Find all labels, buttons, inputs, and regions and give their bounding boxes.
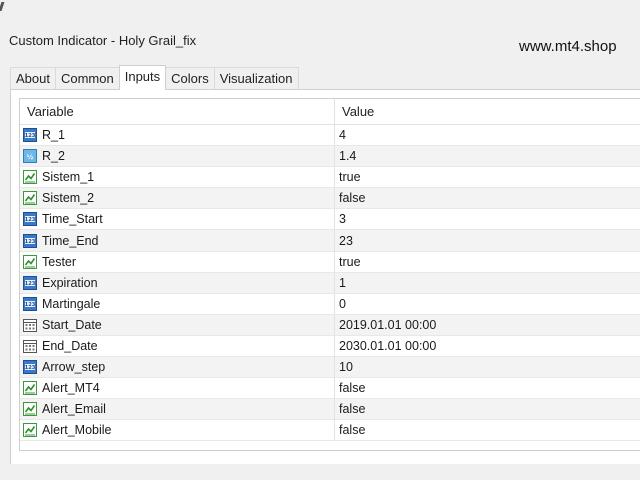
value-cell[interactable]: false <box>335 378 365 398</box>
value-cell[interactable]: false <box>335 420 365 440</box>
tab-common[interactable]: Common <box>54 67 120 89</box>
app-icon <box>0 2 5 11</box>
value-cell[interactable]: 10 <box>335 357 353 377</box>
value-cell[interactable]: 1 <box>335 273 346 293</box>
variable-name: Alert_Mobile <box>42 423 112 438</box>
value-cell[interactable]: false <box>335 188 365 208</box>
inputs-table: Variable Value R_1 4 R_2 1.4 Sistem_1 true Sis… <box>19 98 640 451</box>
value-cell[interactable]: 3 <box>335 209 346 229</box>
variable-cell: Sistem_1 <box>20 167 335 188</box>
value-cell[interactable]: 2030.01.01 00:00 <box>335 336 436 356</box>
variable-name: R_1 <box>42 128 65 143</box>
table-row[interactable]: Martingale 0 <box>20 293 640 315</box>
column-header-variable[interactable]: Variable <box>20 99 335 124</box>
table-row[interactable]: Time_End 23 <box>20 230 640 252</box>
value-cell[interactable]: false <box>335 399 365 419</box>
variable-cell: Expiration <box>20 272 335 293</box>
bool-icon <box>23 191 37 205</box>
variable-name: Martingale <box>42 296 101 311</box>
variable-name: Tester <box>42 254 77 269</box>
bool-icon <box>23 402 37 416</box>
variable-cell: Alert_Mobile <box>20 420 335 441</box>
int-icon <box>23 128 37 142</box>
variable-cell: R_1 <box>20 125 335 146</box>
value-cell[interactable]: 0 <box>335 294 346 314</box>
int-icon <box>23 234 37 248</box>
variable-cell: R_2 <box>20 146 335 167</box>
variable-name: Time_End <box>42 233 99 248</box>
table-row[interactable]: R_2 1.4 <box>20 146 640 168</box>
table-row[interactable]: R_1 4 <box>20 125 640 147</box>
table-row[interactable]: Expiration 1 <box>20 272 640 294</box>
tab-about[interactable]: About <box>10 67 56 89</box>
variable-cell: End_Date <box>20 335 335 357</box>
int-icon <box>23 360 37 374</box>
variable-cell: Time_End <box>20 230 335 251</box>
variable-cell: Alert_MT4 <box>20 378 335 399</box>
table-body: R_1 4 R_2 1.4 Sistem_1 true Sistem_2 false Time_… <box>20 125 640 442</box>
double-icon <box>23 149 37 163</box>
variable-name: R_2 <box>42 149 65 164</box>
variable-cell: Alert_Email <box>20 399 335 420</box>
table-row[interactable]: Alert_Email false <box>20 399 640 421</box>
variable-cell: Sistem_2 <box>20 188 335 209</box>
table-row[interactable]: End_Date 2030.01.01 00:00 <box>20 335 640 358</box>
value-cell[interactable]: true <box>335 167 361 187</box>
table-row[interactable]: Sistem_1 true <box>20 167 640 189</box>
value-cell[interactable]: 2019.01.01 00:00 <box>335 315 436 335</box>
variable-name: Sistem_2 <box>42 191 95 206</box>
table-header: Variable Value <box>20 99 640 125</box>
variable-name: Arrow_step <box>42 360 106 375</box>
variable-cell: Arrow_step <box>20 357 335 378</box>
variable-name: Alert_MT4 <box>42 381 100 396</box>
variable-cell: Martingale <box>20 293 335 314</box>
variable-cell: Tester <box>20 251 335 272</box>
int-icon <box>23 276 37 290</box>
table-row[interactable]: Alert_Mobile false <box>20 420 640 442</box>
table-row[interactable]: Arrow_step 10 <box>20 357 640 379</box>
table-row[interactable]: Time_Start 3 <box>20 209 640 231</box>
table-row[interactable]: Sistem_2 false <box>20 188 640 210</box>
bool-icon <box>23 381 37 395</box>
watermark: www.mt4.shop <box>519 38 617 55</box>
variable-name: Alert_Email <box>42 402 106 417</box>
column-header-value[interactable]: Value <box>335 99 640 124</box>
table-row[interactable]: Tester true <box>20 251 640 273</box>
window-title: Custom Indicator - Holy Grail_fix <box>9 33 197 48</box>
variable-cell: Start_Date <box>20 314 335 335</box>
table-row[interactable]: Alert_MT4 false <box>20 378 640 400</box>
tab-colors[interactable]: Colors <box>165 67 215 89</box>
tab-visualization[interactable]: Visualization <box>213 67 299 89</box>
value-cell[interactable]: 1.4 <box>335 146 356 166</box>
value-cell[interactable]: 23 <box>335 230 353 250</box>
table-row[interactable]: Start_Date 2019.01.01 00:00 <box>20 314 640 336</box>
variable-name: Start_Date <box>42 317 102 332</box>
datetime-icon <box>23 339 37 353</box>
bool-icon <box>23 170 37 184</box>
variable-name: Sistem_1 <box>42 170 95 185</box>
int-icon <box>23 297 37 311</box>
variable-name: End_Date <box>42 338 98 353</box>
datetime-icon <box>23 318 37 332</box>
variable-name: Time_Start <box>42 212 103 227</box>
value-cell[interactable]: 4 <box>335 125 346 145</box>
tab-inputs[interactable]: Inputs <box>118 65 167 90</box>
int-icon <box>23 212 37 226</box>
variable-name: Expiration <box>42 275 98 290</box>
bool-icon <box>23 423 37 437</box>
bool-icon <box>23 255 37 269</box>
variable-cell: Time_Start <box>20 209 335 230</box>
value-cell[interactable]: true <box>335 252 361 272</box>
tab-bar: About Common Inputs Colors Visualization <box>10 65 299 90</box>
